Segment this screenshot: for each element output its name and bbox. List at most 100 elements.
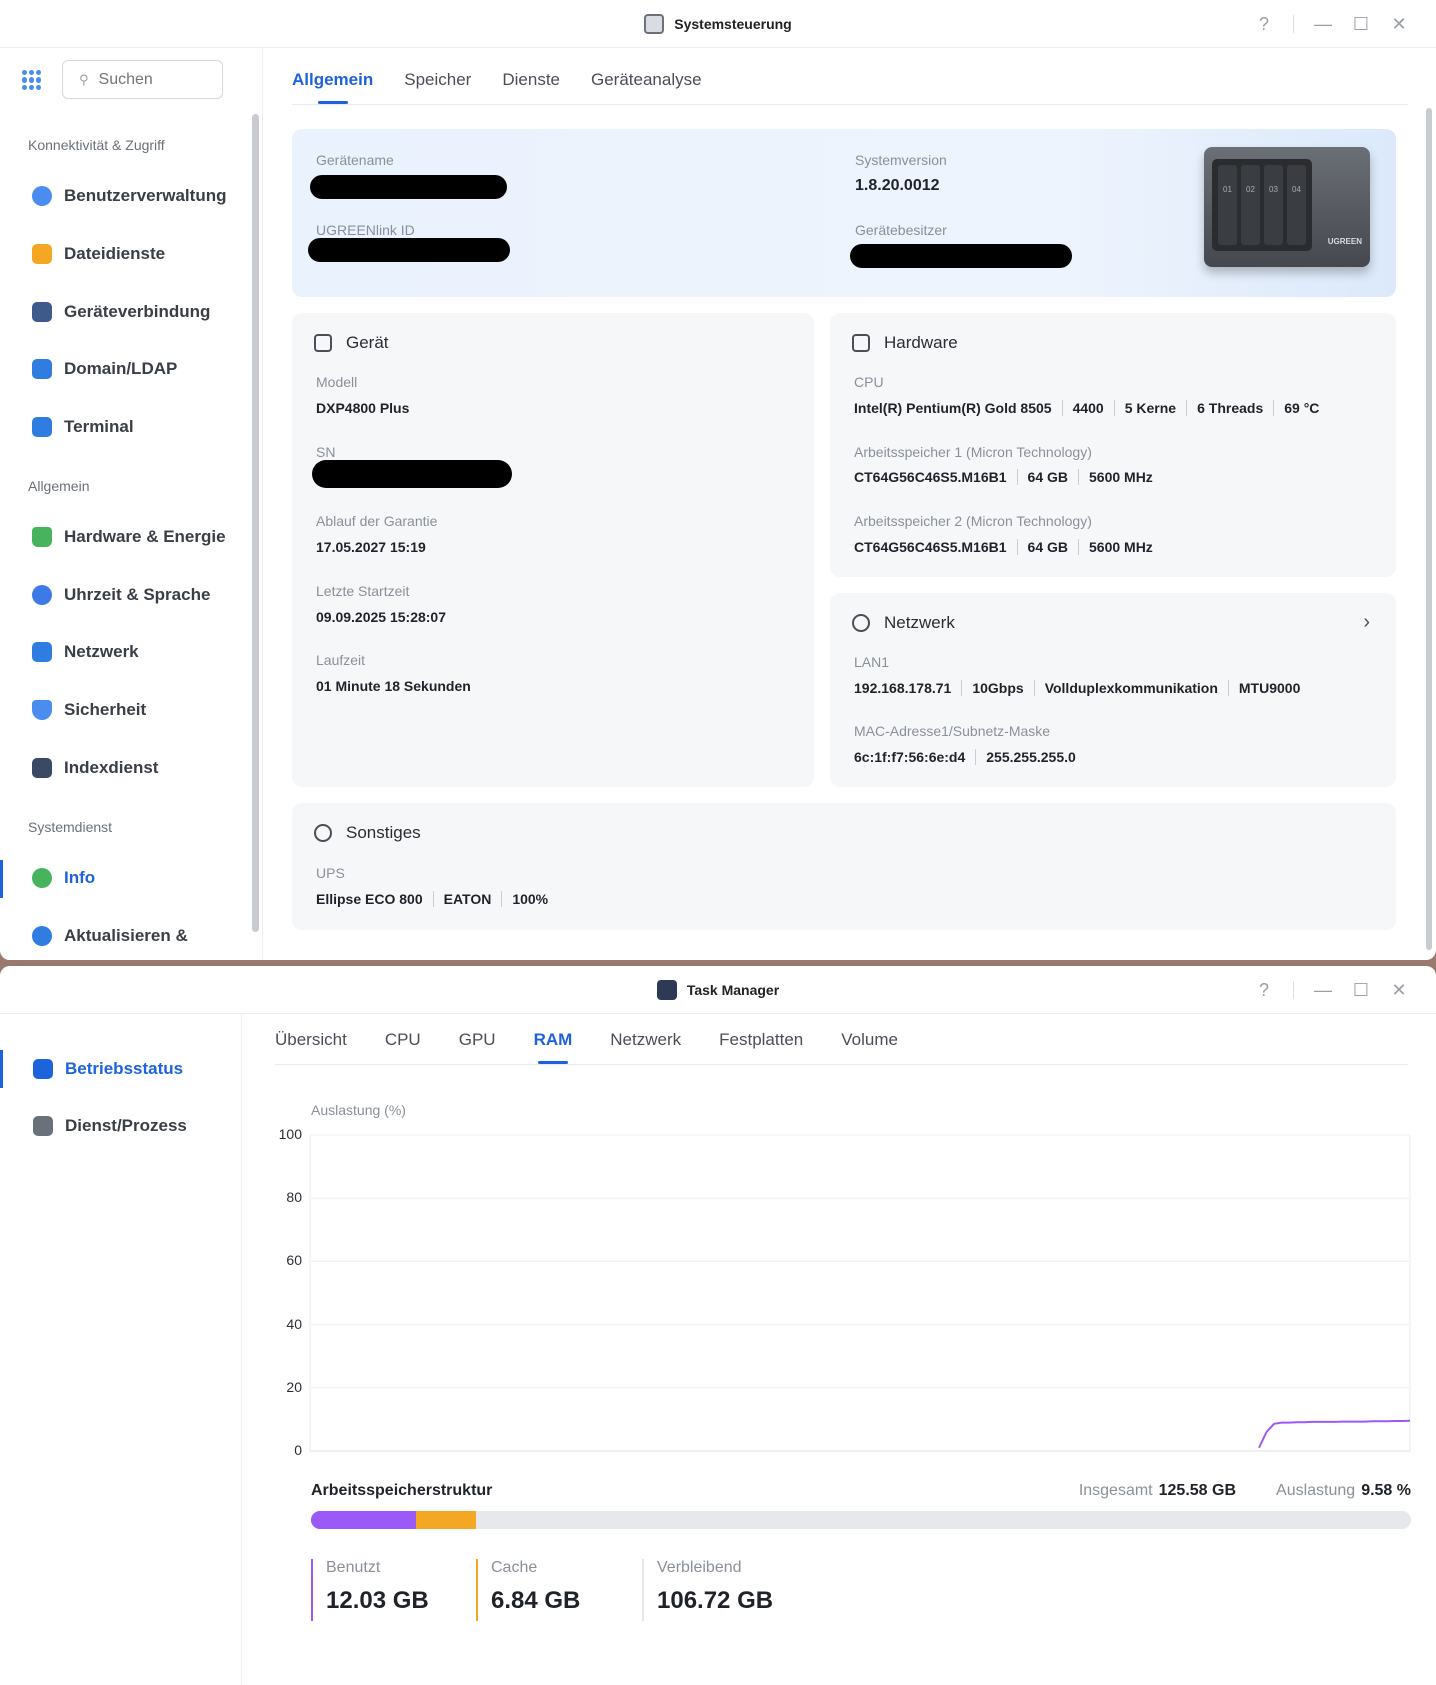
legend-remaining-label: Verbleibend	[657, 1559, 742, 1576]
tab-services[interactable]: Dienste	[502, 70, 560, 104]
tab-device-analysis[interactable]: Geräteanalyse	[591, 70, 702, 104]
tm-titlebar-separator	[1293, 981, 1294, 999]
globe-icon	[852, 614, 870, 632]
refresh-icon	[32, 926, 52, 946]
task-manager-title: Task Manager	[686, 982, 780, 998]
y-tick-label-20: 20	[286, 1378, 302, 1395]
content-scrollbar[interactable]	[1426, 108, 1432, 950]
control-panel-window: Systemsteuerung ? — ☐ ✕ ⚲ Konnektivität …	[0, 0, 1436, 960]
legend-used-value: 12.03 GB	[326, 1587, 429, 1614]
legend-remaining-value: 106.72 GB	[657, 1587, 774, 1614]
memory-bar-segment-0	[311, 1511, 417, 1529]
ups-label: UPS	[316, 865, 345, 881]
ugreen-id-redacted	[308, 238, 510, 262]
sidebar-item-info[interactable]: Info	[32, 860, 95, 896]
model-label: Modell	[316, 374, 358, 390]
help-icon[interactable]: ?	[1245, 14, 1283, 35]
chevron-right-icon[interactable]: ›	[1363, 611, 1370, 634]
warranty-value: 17.05.2027 15:19	[316, 539, 426, 555]
tab-network[interactable]: Netzwerk	[610, 1030, 681, 1064]
ugreen-id-label: UGREENlink ID	[316, 222, 415, 238]
minimize-icon[interactable]: —	[1304, 14, 1342, 35]
legend-cache-value: 6.84 GB	[491, 1587, 581, 1614]
tab-overview[interactable]: Übersicht	[275, 1030, 347, 1064]
task-manager-sidebar: Betriebsstatus Dienst/Prozess	[0, 1014, 242, 1685]
wifi-router-icon	[32, 642, 52, 662]
sidebar-item-domain-ldap[interactable]: Domain/LDAP	[32, 351, 177, 387]
sidebar-item-security[interactable]: Sicherheit	[32, 692, 146, 728]
sidebar-item-device-connection[interactable]: Geräteverbindung	[32, 294, 210, 330]
y-tick-label-40: 40	[286, 1315, 302, 1332]
folder-icon	[32, 244, 52, 264]
system-version-label: Systemversion	[855, 152, 947, 168]
bay-3: 03	[1264, 165, 1283, 245]
terminal-icon	[32, 417, 52, 437]
sidebar-item-terminal[interactable]: Terminal	[32, 409, 134, 445]
misc-card: Sonstiges UPS Ellipse ECO 800 EATON 100%	[292, 803, 1396, 930]
uptime-label: Laufzeit	[316, 652, 366, 668]
ram1-value: CT64G56C46S5.M16B1 64 GB 5600 MHz	[854, 469, 1153, 485]
device-icon	[314, 334, 332, 352]
control-panel-titlebar[interactable]: Systemsteuerung ? — ☐ ✕	[0, 0, 1436, 48]
tab-storage[interactable]: Speicher	[404, 70, 471, 104]
section-connectivity: Konnektivität & Zugriff	[28, 137, 165, 153]
task-manager-tabs: Übersicht CPU GPU RAM Netzwerk Festplatt…	[275, 1028, 1408, 1065]
tm-maximize-icon[interactable]: ☐	[1342, 980, 1380, 1001]
task-manager-titlebar[interactable]: Task Manager ? — ☐ ✕	[0, 966, 1436, 1014]
task-manager-window: Task Manager ? — ☐ ✕ Betriebsstatus Dien…	[0, 966, 1436, 1685]
sidebar-item-user-management[interactable]: Benutzerverwaltung	[32, 178, 226, 214]
chart-frame	[309, 1134, 1411, 1452]
network-card[interactable]: Netzwerk › LAN1 192.168.178.71 10Gbps Vo…	[830, 593, 1396, 787]
sidebar-item-network[interactable]: Netzwerk	[32, 634, 139, 670]
tm-minimize-icon[interactable]: —	[1304, 980, 1342, 1001]
uptime-value: 01 Minute 18 Sekunden	[316, 678, 471, 694]
memory-structure-title: Arbeitsspeicherstruktur	[311, 1482, 493, 1499]
sidebar-item-index-service[interactable]: Indexdienst	[32, 750, 158, 786]
sidebar-item-time-language[interactable]: Uhrzeit & Sprache	[32, 577, 210, 613]
model-value: DXP4800 Plus	[316, 400, 410, 416]
sidebar-item-file-services[interactable]: Dateidienste	[32, 236, 165, 272]
chip-icon	[852, 334, 870, 352]
y-tick-label-100: 100	[278, 1126, 302, 1142]
maximize-icon[interactable]: ☐	[1342, 14, 1380, 35]
nas-brand-label: UGREEN	[1327, 237, 1362, 246]
shield-icon	[32, 700, 52, 720]
tab-disks[interactable]: Festplatten	[719, 1030, 803, 1064]
y-tick-label-0: 0	[294, 1442, 302, 1458]
usage-label: Auslastung	[1276, 1482, 1356, 1499]
sidebar-item-service-process[interactable]: Dienst/Prozess	[33, 1108, 187, 1144]
search-box[interactable]: ⚲	[62, 60, 223, 99]
legend-used: Benutzt 12.03 GB	[311, 1559, 429, 1621]
y-tick-label-60: 60	[286, 1252, 302, 1269]
sidebar-item-update-restore[interactable]: Aktualisieren &	[32, 918, 188, 954]
sidebar-item-operating-status[interactable]: Betriebsstatus	[33, 1051, 183, 1087]
task-manager-app-icon	[656, 980, 677, 1000]
tab-gpu[interactable]: GPU	[459, 1030, 496, 1064]
tab-volume[interactable]: Volume	[841, 1030, 898, 1064]
bay-2: 02	[1241, 165, 1260, 245]
tm-help-icon[interactable]: ?	[1245, 980, 1283, 1001]
app-grid-icon[interactable]	[22, 70, 42, 90]
tm-close-icon[interactable]: ✕	[1380, 980, 1418, 1001]
control-panel-app-icon	[644, 14, 665, 34]
chart-line-icon	[33, 1059, 53, 1079]
sidebar-item-hardware-energy[interactable]: Hardware & Energie	[32, 519, 226, 555]
database-icon	[314, 824, 332, 842]
chart-ylabel: Auslastung (%)	[311, 1102, 406, 1118]
ups-value: Ellipse ECO 800 EATON 100%	[316, 891, 549, 907]
mac-label: MAC-Adresse1/Subnetz-Maske	[854, 723, 1051, 739]
device-link-icon	[32, 302, 52, 322]
lan-label: LAN1	[854, 654, 890, 670]
cpu-label: CPU	[854, 374, 884, 390]
search-input[interactable]	[98, 70, 209, 89]
section-general: Allgemein	[28, 478, 90, 494]
sidebar-scrollbar[interactable]	[252, 114, 259, 932]
sn-label: SN	[316, 444, 336, 460]
ram2-value: CT64G56C46S5.M16B1 64 GB 5600 MHz	[854, 539, 1153, 555]
tab-ram[interactable]: RAM	[534, 1030, 572, 1064]
close-icon[interactable]: ✕	[1380, 14, 1418, 35]
tab-general[interactable]: Allgemein	[292, 70, 373, 104]
memory-bar	[311, 1511, 1411, 1529]
network-card-title: Netzwerk	[884, 613, 955, 632]
tab-cpu[interactable]: CPU	[385, 1030, 421, 1064]
